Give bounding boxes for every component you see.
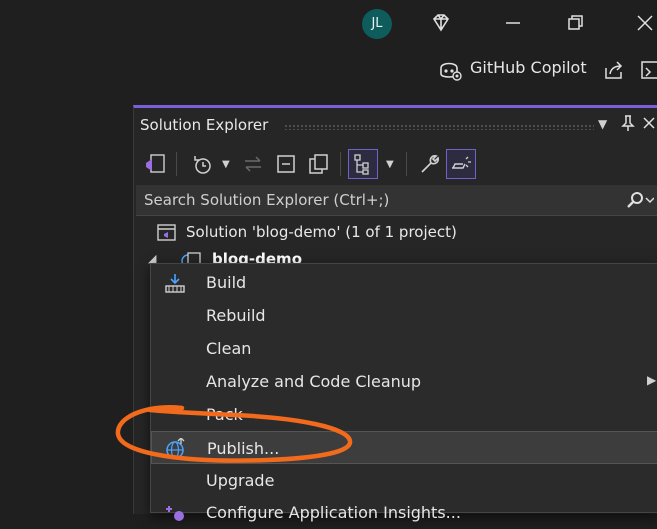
menu-item-build[interactable]: Build <box>151 266 657 299</box>
solution-explorer-toolbar: ▼ ▼ <box>134 146 657 182</box>
account-avatar[interactable]: JL <box>362 9 392 39</box>
menu-item-analyze[interactable]: Analyze and Code Cleanup ▶ <box>151 365 657 398</box>
solution-label: Solution 'blog-demo' (1 of 1 project) <box>186 223 457 241</box>
panel-title: Solution Explorer <box>140 116 269 134</box>
solution-node[interactable]: Solution 'blog-demo' (1 of 1 project) <box>134 218 657 246</box>
window-position-dropdown-icon[interactable]: ▼ <box>598 117 607 131</box>
copilot-icon[interactable] <box>436 58 462 86</box>
toolbar-separator <box>176 152 177 176</box>
switch-views-icon[interactable] <box>140 149 170 179</box>
feedback-icon[interactable] <box>640 58 657 86</box>
solution-search-box[interactable] <box>136 185 657 216</box>
toolbar-separator <box>406 152 407 176</box>
menu-item-label: Analyze and Code Cleanup <box>206 372 422 391</box>
menu-item-clean[interactable]: Clean <box>151 332 657 365</box>
menu-item-label: Pack <box>206 405 243 424</box>
menu-item-configure-insights[interactable]: Configure Application Insights... <box>151 496 657 529</box>
menu-item-label: Build <box>206 273 247 292</box>
menu-item-pack[interactable]: Pack <box>151 398 657 431</box>
application-insights-icon <box>163 502 187 528</box>
toolbar-separator <box>340 152 341 176</box>
filter-dropdown-icon[interactable]: ▼ <box>222 159 230 170</box>
menu-item-upgrade[interactable]: Upgrade <box>151 464 657 497</box>
copilot-label[interactable]: GitHub Copilot <box>470 58 587 77</box>
panel-drag-grip[interactable] <box>284 124 594 130</box>
show-all-files-icon[interactable] <box>304 149 334 179</box>
tree-view-toggle-icon[interactable] <box>348 149 378 179</box>
panel-close-icon[interactable] <box>642 114 656 136</box>
minimize-icon[interactable] <box>500 10 526 36</box>
publish-globe-icon <box>164 437 188 464</box>
menu-item-label: Upgrade <box>206 471 275 490</box>
close-icon[interactable] <box>632 10 657 36</box>
project-context-menu: Build Rebuild Clean Analyze and Code Cle… <box>150 263 657 522</box>
search-icon[interactable] <box>626 190 655 214</box>
menu-item-label: Configure Application Insights... <box>206 503 461 522</box>
menu-item-rebuild[interactable]: Rebuild <box>151 299 657 332</box>
submenu-arrow-icon: ▶ <box>647 373 657 387</box>
pin-icon[interactable] <box>621 114 635 136</box>
preview-selected-items-icon[interactable] <box>446 149 476 179</box>
sync-with-active-document-icon[interactable] <box>238 149 268 179</box>
menu-item-label: Clean <box>206 339 252 358</box>
menu-item-publish[interactable]: Publish... <box>151 431 657 464</box>
diamond-icon[interactable] <box>428 10 454 36</box>
menu-item-label: Rebuild <box>206 306 266 325</box>
view-dropdown-icon[interactable]: ▼ <box>386 159 394 170</box>
properties-wrench-icon[interactable] <box>414 149 444 179</box>
restore-icon[interactable] <box>562 10 588 36</box>
title-bar: JL <box>0 0 657 48</box>
pending-changes-filter-icon[interactable] <box>188 149 218 179</box>
share-icon[interactable] <box>602 58 626 86</box>
solution-icon <box>156 223 178 247</box>
search-input[interactable] <box>136 185 632 215</box>
collapse-all-icon[interactable] <box>272 149 302 179</box>
menu-item-label: Publish... <box>207 439 280 458</box>
build-icon <box>163 272 187 298</box>
copilot-bar: GitHub Copilot <box>0 54 657 84</box>
